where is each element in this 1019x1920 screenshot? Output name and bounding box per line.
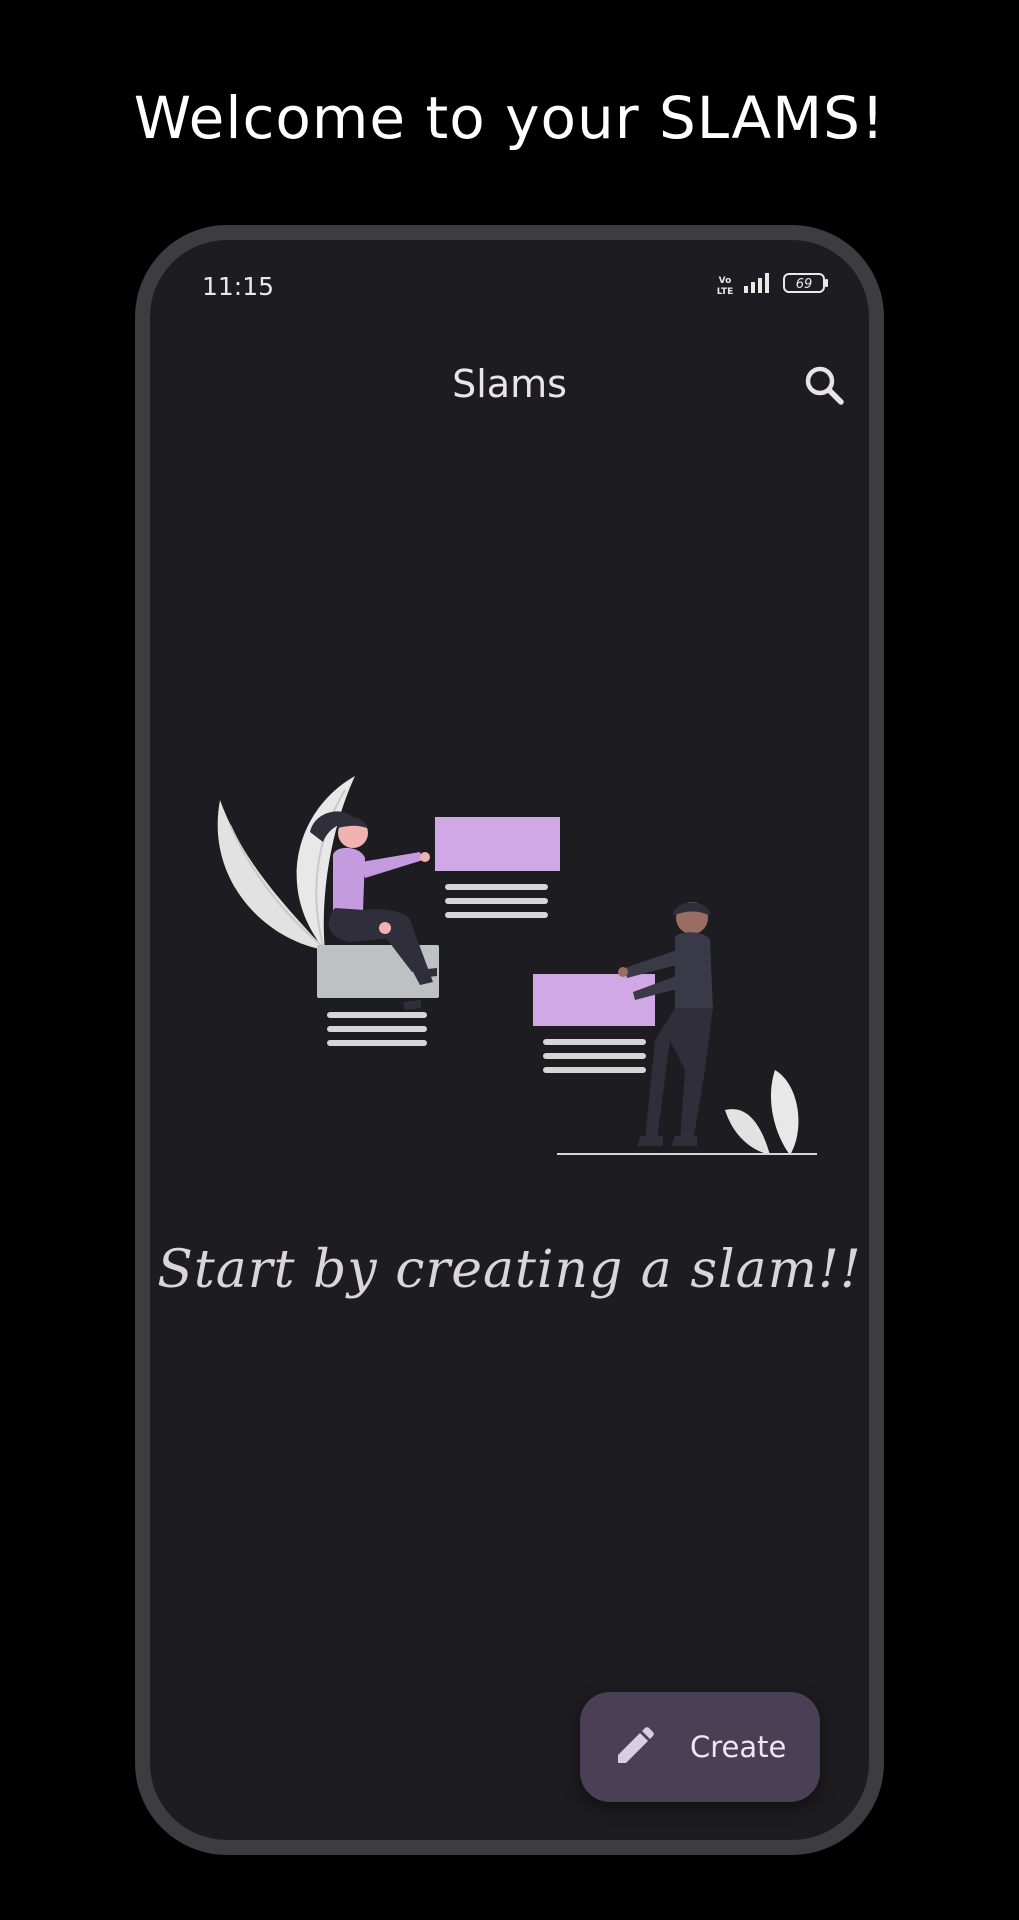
empty-state-message: Start by creating a slam!! (157, 1240, 862, 1300)
status-bar: 11:15 Vo LTE 69 (202, 270, 829, 301)
text-lines-top (445, 884, 548, 918)
text-lines-seat (327, 1012, 427, 1046)
card-top (435, 817, 560, 871)
search-button[interactable] (799, 360, 851, 412)
leaf-decoration-right (725, 1070, 799, 1155)
status-time: 11:15 (202, 272, 275, 301)
battery-icon: 69 (783, 272, 829, 299)
top-app-bar: Slams (150, 340, 869, 420)
svg-text:Vo: Vo (719, 276, 732, 286)
card-right (533, 974, 655, 1026)
app-title: Slams (452, 362, 567, 406)
pencil-icon (618, 1727, 654, 1763)
create-slam-fab[interactable]: Create (580, 1692, 820, 1802)
status-icons: Vo LTE 69 (717, 272, 829, 299)
volte-icon: Vo LTE (717, 274, 734, 298)
create-button-label: Create (690, 1730, 787, 1764)
phone-frame: 11:15 Vo LTE 69 Slams Start by creating … (135, 225, 884, 1855)
text-lines-right (543, 1039, 646, 1073)
search-icon (805, 366, 844, 405)
page-headline: Welcome to your SLAMS! (133, 84, 886, 152)
svg-text:LTE: LTE (717, 287, 733, 296)
signal-icon (743, 272, 773, 299)
battery-level: 69 (796, 277, 813, 292)
empty-state-illustration (205, 770, 825, 1195)
